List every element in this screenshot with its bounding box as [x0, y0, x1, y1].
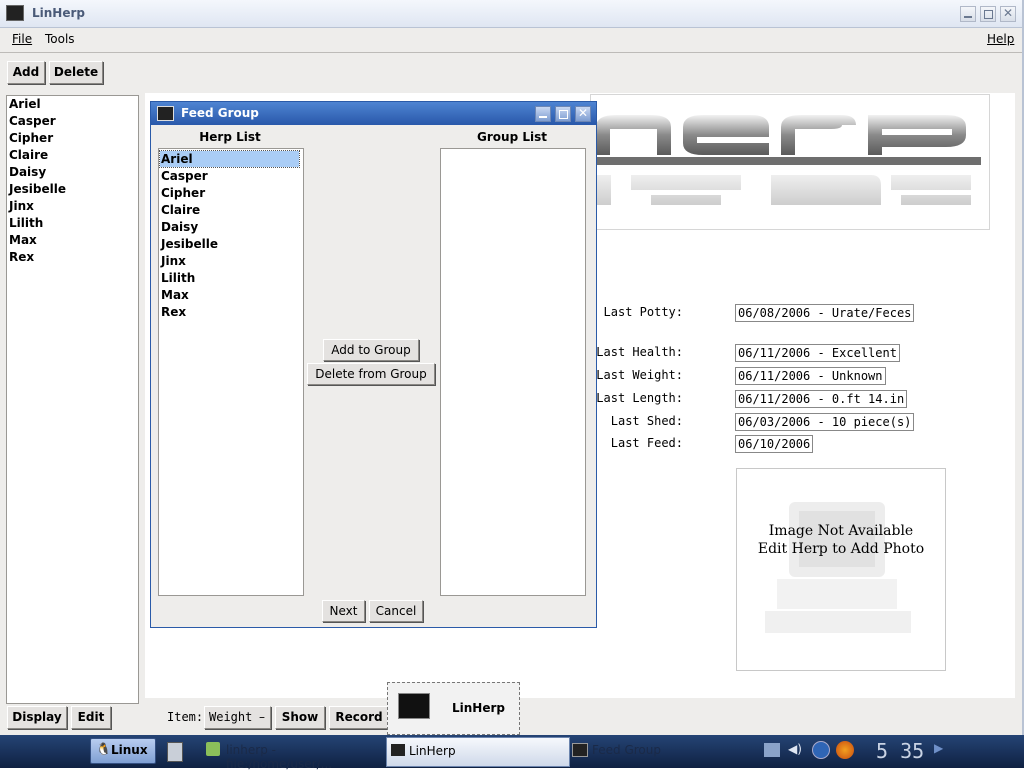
- task-icon-feed: [572, 743, 588, 757]
- volume-icon[interactable]: ◀): [788, 742, 802, 756]
- dialog-maximize-button[interactable]: [555, 106, 571, 122]
- taskbar: 🐧 Linux linherp - file:/home/user/... Li…: [0, 735, 1024, 771]
- task-label-0: linherp - file:/home/user/...: [226, 743, 333, 771]
- item-select[interactable]: Weight –: [204, 706, 271, 729]
- detail-value: 06/11/2006 - 0.ft 14.in: [735, 390, 908, 408]
- dialog-herp-list-item[interactable]: Jinx: [160, 253, 299, 269]
- dialog-herp-list[interactable]: Ariel Casper Cipher Claire Daisy Jesibelle Jin…: [158, 148, 304, 596]
- herp-list-item[interactable]: Jinx: [9, 199, 34, 213]
- start-label: Linux: [111, 743, 148, 757]
- dialog-close-button[interactable]: ✕: [575, 106, 591, 122]
- detail-label: Last Weight:: [596, 368, 683, 382]
- item-select-value: Weight: [209, 710, 253, 724]
- update-icon[interactable]: [812, 741, 830, 759]
- detail-label: Last Shed:: [610, 414, 683, 428]
- herp-list-item[interactable]: Rex: [9, 250, 34, 264]
- detail-value: 06/11/2006 - Unknown: [735, 367, 886, 385]
- add-to-group-button[interactable]: Add to Group: [323, 339, 419, 361]
- detail-label: Last Health:: [596, 345, 683, 359]
- group-list-header: Group List: [477, 130, 547, 144]
- maximize-button[interactable]: [980, 6, 996, 22]
- detail-label: Last Length:: [596, 391, 683, 405]
- herp-list-item[interactable]: Ariel: [9, 97, 41, 111]
- task-label-1: LinHerp: [409, 744, 456, 758]
- record-button[interactable]: Record: [329, 706, 389, 729]
- task-linherp-folder[interactable]: linherp - file:/home/user/...: [200, 735, 384, 771]
- task-linherp[interactable]: LinHerp: [386, 737, 570, 767]
- window-title: LinHerp: [32, 6, 85, 20]
- calculator-icon[interactable]: [167, 742, 183, 762]
- dialog-herp-list-item[interactable]: Claire: [160, 202, 299, 218]
- menu-file[interactable]: File: [12, 32, 32, 46]
- preview-app-icon: [398, 693, 430, 719]
- tux-icon: 🐧: [96, 742, 111, 756]
- photo-line-1: Image Not Available: [768, 523, 914, 539]
- herp-list-header: Herp List: [199, 130, 261, 144]
- dialog-herp-list-item[interactable]: Daisy: [160, 219, 299, 235]
- herp-photo: Image Not Available Edit Herp to Add Pho…: [736, 468, 946, 671]
- feed-group-dialog: Feed Group ✕ Herp List Group List Ariel C…: [150, 101, 597, 628]
- add-button[interactable]: Add: [7, 61, 45, 84]
- start-button[interactable]: 🐧 Linux: [90, 738, 156, 764]
- detail-value: 06/08/2006 - Urate/Feces: [735, 304, 915, 322]
- next-button[interactable]: Next: [322, 600, 365, 622]
- app-icon: [6, 5, 24, 21]
- herp-list-item[interactable]: Daisy: [9, 165, 46, 179]
- linherp-logo: [590, 94, 990, 230]
- task-preview-tooltip: LinHerp: [387, 682, 520, 735]
- dialog-group-list[interactable]: [440, 148, 586, 596]
- dialog-minimize-button[interactable]: [535, 106, 551, 122]
- dialog-app-icon: [157, 106, 174, 121]
- dialog-herp-list-item[interactable]: Lilith: [160, 270, 299, 286]
- dialog-herp-list-item[interactable]: Jesibelle: [160, 236, 299, 252]
- edit-button[interactable]: Edit: [71, 706, 111, 729]
- cancel-button[interactable]: Cancel: [369, 600, 423, 622]
- item-label: Item:: [167, 710, 204, 724]
- menu-help[interactable]: Help: [987, 32, 1014, 46]
- dialog-title: Feed Group: [181, 106, 259, 120]
- network-icon[interactable]: [764, 743, 780, 757]
- clock: 5 35: [876, 739, 925, 763]
- detail-label: Last Potty:: [603, 305, 683, 319]
- dropdown-icon: –: [259, 710, 265, 724]
- detail-value: 06/03/2006 - 10 piece(s): [735, 413, 915, 431]
- dialog-herp-list-item[interactable]: Max: [160, 287, 299, 303]
- display-button[interactable]: Display: [7, 706, 67, 729]
- folder-icon: [206, 742, 220, 756]
- herp-list-item[interactable]: Cipher: [9, 131, 53, 145]
- minimize-button[interactable]: [960, 6, 976, 22]
- herp-list-item[interactable]: Casper: [9, 114, 56, 128]
- preview-label: LinHerp: [452, 701, 505, 715]
- dialog-herp-list-item[interactable]: Rex: [160, 304, 299, 320]
- show-button[interactable]: Show: [275, 706, 325, 729]
- task-feed-group[interactable]: Feed Group: [570, 735, 750, 766]
- detail-value: 06/11/2006 - Excellent: [735, 344, 900, 362]
- herp-list-item[interactable]: Jesibelle: [9, 182, 66, 196]
- delete-from-group-button[interactable]: Delete from Group: [307, 363, 435, 385]
- photo-line-2: Edit Herp to Add Photo: [757, 541, 925, 557]
- computer-icon: [765, 502, 911, 633]
- dialog-herp-list-item[interactable]: Casper: [160, 168, 299, 184]
- herp-list-item[interactable]: Claire: [9, 148, 48, 162]
- detail-label: Last Feed:: [610, 436, 683, 450]
- herp-list[interactable]: Ariel Casper Cipher Claire Daisy Jesibelle Jin…: [6, 95, 139, 704]
- dialog-herp-list-item[interactable]: Ariel: [159, 150, 300, 168]
- firefox-icon[interactable]: [836, 741, 854, 759]
- task-label-2: Feed Group: [592, 743, 661, 757]
- dialog-titlebar: Feed Group ✕: [151, 102, 596, 125]
- herp-list-item[interactable]: Max: [9, 233, 37, 247]
- main-titlebar: LinHerp ✕: [0, 0, 1024, 28]
- close-button[interactable]: ✕: [1000, 6, 1016, 22]
- dialog-herp-list-item[interactable]: Cipher: [160, 185, 299, 201]
- chevron-right-icon[interactable]: ▶: [934, 741, 943, 755]
- herp-list-item[interactable]: Lilith: [9, 216, 43, 230]
- menu-tools[interactable]: Tools: [45, 32, 75, 46]
- task-icon-linherp: [391, 744, 405, 756]
- detail-value: 06/10/2006: [735, 435, 814, 453]
- delete-button[interactable]: Delete: [49, 61, 103, 84]
- menubar: File Tools Help: [0, 28, 1022, 53]
